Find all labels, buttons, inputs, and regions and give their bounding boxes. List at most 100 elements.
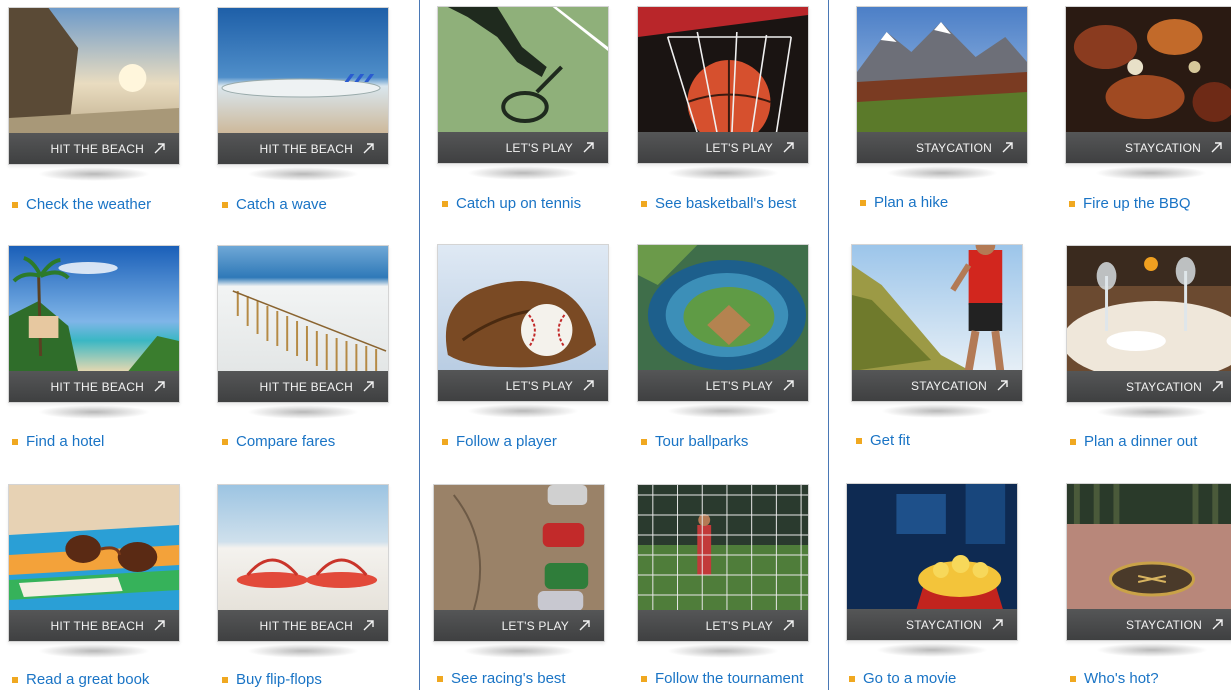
tile-catch-a-wave[interactable]: HIT THE BEACH: [217, 7, 389, 181]
tile-tag-label: STAYCATION: [910, 378, 987, 393]
bullet-icon: [442, 438, 448, 445]
link-label: Who's hot?: [1084, 670, 1159, 687]
tile-shadow: [1096, 643, 1208, 657]
tile-see-basketballs-best[interactable]: LET'S PLAY: [637, 6, 809, 180]
tile-buy-flip-flops[interactable]: HIT THE BEACH: [217, 484, 389, 658]
tile-read-a-great-book[interactable]: HIT THE BEACH: [8, 484, 180, 658]
link-get-fit[interactable]: Get fit: [856, 432, 910, 449]
mountain-meadow-photo: [857, 7, 1027, 133]
link-whos-hot[interactable]: Who's hot?: [1070, 670, 1159, 687]
link-read-a-great-book[interactable]: Read a great book: [12, 671, 149, 688]
tile-whos-hot[interactable]: STAYCATION: [1066, 483, 1231, 657]
tile-follow-the-tournament[interactable]: LET'S PLAY: [637, 484, 809, 658]
arrow-up-right-icon: [783, 380, 794, 391]
tile-shadow: [667, 404, 779, 418]
tile-shadow: [667, 644, 779, 658]
tile-tag-label: STAYCATION: [1124, 140, 1201, 155]
link-label: Read a great book: [26, 671, 150, 688]
link-plan-a-dinner-out[interactable]: Plan a dinner out: [1070, 433, 1197, 450]
tile-tag-bar: LET'S PLAY: [434, 610, 604, 641]
link-check-the-weather[interactable]: Check the weather: [12, 196, 151, 213]
link-tour-ballparks[interactable]: Tour ballparks: [641, 433, 748, 450]
arrow-up-right-icon: [363, 381, 374, 392]
link-catch-up-on-tennis[interactable]: Catch up on tennis: [442, 195, 581, 212]
tile-tag-bar: LET'S PLAY: [438, 132, 608, 163]
tile-shadow: [38, 644, 150, 658]
bullet-icon: [442, 200, 448, 207]
link-see-basketballs-best[interactable]: See basketball's best: [641, 195, 796, 212]
surfboard-photo: [218, 8, 388, 134]
tile-tag-label: LET'S PLAY: [505, 378, 573, 393]
tile-shadow: [247, 644, 359, 658]
link-compare-fares[interactable]: Compare fares: [222, 433, 335, 450]
tile-tour-ballparks[interactable]: LET'S PLAY: [637, 244, 809, 418]
link-follow-the-tournament[interactable]: Follow the tournament: [641, 670, 803, 687]
race-cars-photo: [434, 485, 604, 611]
link-label: Plan a dinner out: [1084, 433, 1198, 450]
tile-tag-label: LET'S PLAY: [501, 618, 569, 633]
tile-plan-a-dinner-out[interactable]: STAYCATION: [1066, 245, 1231, 419]
arrow-up-right-icon: [1002, 142, 1013, 153]
tile-compare-fares[interactable]: HIT THE BEACH: [217, 245, 389, 419]
tile-tag-label: HIT THE BEACH: [50, 618, 144, 633]
link-label: Plan a hike: [874, 194, 949, 211]
link-label: Get fit: [870, 432, 911, 449]
tile-tag-label: HIT THE BEACH: [50, 141, 144, 156]
bbq-food-photo: [1066, 7, 1231, 133]
tile-tag-label: STAYCATION: [1125, 379, 1202, 394]
tile-find-a-hotel[interactable]: HIT THE BEACH: [8, 245, 180, 419]
link-catch-a-wave[interactable]: Catch a wave: [222, 196, 327, 213]
arrow-up-right-icon: [783, 620, 794, 631]
link-find-a-hotel[interactable]: Find a hotel: [12, 433, 104, 450]
tile-follow-a-player[interactable]: LET'S PLAY: [437, 244, 609, 418]
link-label: Fire up the BBQ: [1083, 195, 1191, 212]
link-label: Follow the tournament: [655, 670, 804, 687]
tile-shadow: [876, 643, 988, 657]
tile-tag-label: LET'S PLAY: [705, 378, 773, 393]
soccer-goal-photo: [638, 485, 808, 611]
tile-tag-bar: STAYCATION: [1066, 132, 1231, 163]
link-go-to-a-movie[interactable]: Go to a movie: [849, 670, 956, 687]
tile-tag-bar: HIT THE BEACH: [9, 371, 179, 402]
tropical-resort-photo: [9, 246, 179, 372]
tile-tag-bar: STAYCATION: [1067, 609, 1231, 640]
tile-shadow: [247, 167, 359, 181]
tile-tag-label: STAYCATION: [905, 617, 982, 632]
link-buy-flip-flops[interactable]: Buy flip-flops: [222, 671, 322, 688]
tile-tag-label: HIT THE BEACH: [259, 618, 353, 633]
dinner-table-photo: [1067, 246, 1231, 372]
tile-tag-bar: HIT THE BEACH: [9, 610, 179, 641]
tile-catch-up-on-tennis[interactable]: LET'S PLAY: [437, 6, 609, 180]
tile-tag-bar: STAYCATION: [1067, 371, 1231, 402]
arrow-up-right-icon: [1212, 619, 1223, 630]
tile-shadow: [667, 166, 779, 180]
runner-photo: [852, 245, 1022, 371]
arrow-up-right-icon: [154, 143, 165, 154]
link-label: Compare fares: [236, 433, 336, 450]
beach-cliff-photo: [9, 8, 179, 134]
link-fire-up-the-bbq[interactable]: Fire up the BBQ: [1069, 195, 1191, 212]
link-follow-a-player[interactable]: Follow a player: [442, 433, 557, 450]
arrow-up-right-icon: [992, 619, 1003, 630]
tile-see-racings-best[interactable]: LET'S PLAY: [433, 484, 605, 658]
baseball-glove-photo: [438, 245, 608, 371]
tile-tag-label: HIT THE BEACH: [259, 379, 353, 394]
tile-tag-bar: STAYCATION: [847, 609, 1017, 640]
tile-go-to-a-movie[interactable]: STAYCATION: [846, 483, 1018, 657]
tile-get-fit[interactable]: STAYCATION: [851, 244, 1023, 418]
tile-check-the-weather[interactable]: HIT THE BEACH: [8, 7, 180, 181]
tile-tag-label: LET'S PLAY: [705, 140, 773, 155]
tile-tag-bar: STAYCATION: [857, 132, 1027, 163]
link-plan-a-hike[interactable]: Plan a hike: [860, 194, 948, 211]
beach-fence-photo: [218, 246, 388, 372]
link-label: Buy flip-flops: [236, 671, 322, 688]
tile-fire-up-the-bbq[interactable]: STAYCATION: [1065, 6, 1231, 180]
tile-tag-bar: LET'S PLAY: [438, 370, 608, 401]
book-sunglasses-photo: [9, 485, 179, 611]
bullet-icon: [856, 437, 862, 444]
link-label: Find a hotel: [26, 433, 105, 450]
arrow-up-right-icon: [1211, 142, 1222, 153]
arrow-up-right-icon: [579, 620, 590, 631]
tile-plan-a-hike[interactable]: STAYCATION: [856, 6, 1028, 180]
link-see-racings-best[interactable]: See racing's best: [437, 670, 566, 687]
